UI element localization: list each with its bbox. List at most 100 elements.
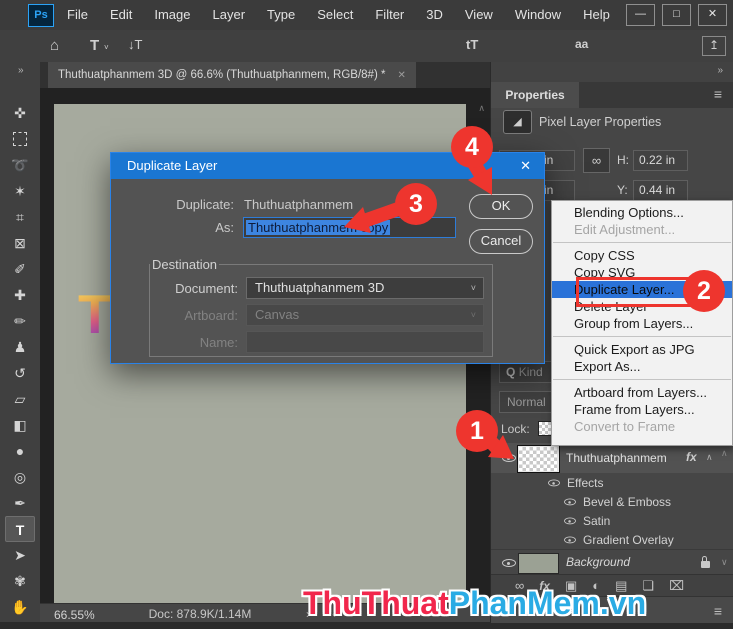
context-menu-item-copy-svg[interactable]: Copy SVG (552, 264, 732, 281)
font-size-icon: tT (466, 37, 479, 52)
marquee-tool[interactable] (5, 126, 35, 152)
text-orientation-icon[interactable]: ↓T (128, 37, 142, 52)
panel-collapse-icon[interactable]: » (717, 65, 722, 76)
lasso-tool[interactable]: ➰ (5, 152, 35, 178)
canvas-scroll-up-icon[interactable]: ∧ (478, 103, 485, 114)
menu-3d[interactable]: 3D (415, 0, 454, 30)
options-bar: ⌂ T ˅ ↓T SVN-Rex ˅ Regular ˅ tT 20.31 pt… (0, 30, 733, 90)
document-tab[interactable]: Thuthuatphanmem 3D @ 66.6% (Thuthuatphan… (48, 62, 416, 88)
close-icon[interactable]: ✕ (397, 70, 405, 81)
context-menu-item-artboard-from-layers[interactable]: Artboard from Layers... (552, 384, 732, 401)
hand-tool[interactable]: ✋ (5, 594, 35, 620)
menu-bar-items: File Edit Image Layer Type Select Filter 3D View… (56, 0, 621, 30)
panel-header-strip: » (491, 62, 733, 83)
menu-separator (553, 336, 731, 337)
zoom-level-field[interactable]: 66.55% (54, 608, 95, 622)
context-menu-item-convert-to-frame: Convert to Frame (574, 419, 676, 434)
layer-thumbnail[interactable] (518, 446, 559, 472)
layer-name-input[interactable]: Thuthuatphanmem copy (243, 217, 456, 238)
context-menu-item-blending-options[interactable]: Blending Options... (552, 204, 732, 221)
context-menu-item-quick-export-as-jpg[interactable]: Quick Export as JPG (552, 341, 732, 358)
context-menu-item-duplicate-layer[interactable]: Duplicate Layer... (552, 281, 732, 298)
panel-menu-icon[interactable]: ≡ (714, 86, 722, 102)
effect-label: Satin (583, 514, 611, 528)
minimize-button[interactable]: — (626, 4, 655, 26)
document-size-info: Doc: 878.9K/1.14M (148, 607, 252, 621)
name-label: Name: (199, 334, 238, 350)
visibility-eye-icon[interactable] (502, 556, 516, 569)
visibility-eye-icon[interactable] (502, 451, 516, 464)
visibility-eye-icon[interactable] (548, 477, 560, 488)
layer-row-background[interactable]: Background ∨ (491, 549, 733, 575)
crop-tool[interactable]: ⌗ (5, 204, 35, 230)
chevron-down-icon[interactable]: ˅ (471, 278, 476, 298)
quick-selection-tool[interactable]: ✶ (5, 178, 35, 204)
move-tool[interactable]: ✜ (5, 100, 35, 126)
type-tool[interactable]: T (5, 516, 35, 542)
menu-help[interactable]: Help (572, 0, 621, 30)
panel-menu-icon[interactable]: ≡ (714, 603, 722, 619)
layer-row-thuthuatphanmem[interactable]: Thuthuatphanmem fx ∧ (491, 443, 733, 473)
toolbar-collapse-icon[interactable]: » (18, 65, 23, 76)
menu-file[interactable]: File (56, 0, 99, 30)
menu-edit[interactable]: Edit (99, 0, 143, 30)
menu-window[interactable]: Window (504, 0, 572, 30)
path-selection-tool[interactable]: ➤ (5, 542, 35, 568)
layers-scroll-up-icon[interactable]: ∧ (721, 448, 728, 459)
duplicate-layer-dialog: Duplicate Layer ✕ Duplicate: Thuthuatpha… (110, 152, 545, 364)
context-menu-item-frame-from-layers[interactable]: Frame from Layers... (552, 401, 732, 418)
link-dimensions-icon[interactable]: ∞ (583, 148, 610, 173)
scroll-down-icon[interactable]: ∨ (721, 557, 728, 568)
custom-shape-tool[interactable]: ✾ (5, 568, 35, 594)
context-menu-item-group-from-layers[interactable]: Group from Layers... (552, 315, 732, 332)
visibility-eye-icon[interactable] (564, 515, 576, 526)
gradient-tool[interactable]: ◧ (5, 412, 35, 438)
visibility-eye-icon[interactable] (564, 534, 576, 545)
layer-fx-badge[interactable]: fx (686, 450, 697, 464)
frame-tool[interactable]: ⊠ (5, 230, 35, 256)
context-menu-item-copy-css[interactable]: Copy CSS (552, 247, 732, 264)
background-thumbnail[interactable] (518, 553, 559, 574)
dialog-close-icon[interactable]: ✕ (520, 153, 531, 179)
eyedropper-tool[interactable]: ✐ (5, 256, 35, 282)
ok-button[interactable]: OK (469, 194, 533, 219)
context-menu-item-delete-layer[interactable]: Delete Layer (552, 298, 732, 315)
brush-tool[interactable]: ✏ (5, 308, 35, 334)
eraser-tool[interactable]: ▱ (5, 386, 35, 412)
maximize-button[interactable]: □ (662, 4, 691, 26)
chevron-down-icon: ˅ (470, 310, 476, 320)
menu-layer[interactable]: Layer (202, 0, 257, 30)
close-button[interactable]: ✕ (698, 4, 727, 26)
visibility-eye-icon[interactable] (564, 496, 576, 507)
blur-tool[interactable]: ● (5, 438, 35, 464)
tab-properties[interactable]: Properties (491, 82, 579, 108)
clone-stamp-tool[interactable]: ♟ (5, 334, 35, 360)
type-tool-icon[interactable]: T (90, 37, 99, 54)
layer-effect-gradient-overlay[interactable]: Gradient Overlay (491, 530, 733, 549)
healing-brush-tool[interactable]: ✚ (5, 282, 35, 308)
layer-effect-satin[interactable]: Satin (491, 511, 733, 530)
collapse-effects-icon[interactable]: ∧ (706, 452, 713, 463)
history-brush-tool[interactable]: ↺ (5, 360, 35, 386)
home-icon[interactable]: ⌂ (50, 37, 59, 54)
layer-effect-bevel-emboss[interactable]: Bevel & Emboss (491, 492, 733, 511)
cancel-button[interactable]: Cancel (469, 229, 533, 254)
tool-preset-caret-icon[interactable]: ˅ (104, 43, 109, 52)
delete-layer-icon[interactable]: ⌧ (669, 578, 684, 594)
marquee-icon (13, 132, 27, 146)
menu-select[interactable]: Select (306, 0, 364, 30)
document-select[interactable]: Thuthuatphanmem 3D ˅ (246, 277, 484, 299)
dodge-tool[interactable]: ◎ (5, 464, 35, 490)
y-field[interactable]: 0.44 in (633, 180, 688, 201)
pen-tool[interactable]: ✒ (5, 490, 35, 516)
menu-image[interactable]: Image (143, 0, 201, 30)
height-field[interactable]: 0.22 in (633, 150, 688, 171)
menu-view[interactable]: View (454, 0, 504, 30)
layer-effect-effects[interactable]: Effects (491, 473, 733, 492)
context-menu-item-export-as[interactable]: Export As... (552, 358, 732, 375)
share-image-icon[interactable]: ↥ (702, 36, 726, 56)
document-tab-title: Thuthuatphanmem 3D @ 66.6% (Thuthuatphan… (58, 69, 386, 81)
layer-effects-list: Effects Bevel & Emboss Satin Gradient Overl… (491, 473, 733, 549)
menu-type[interactable]: Type (256, 0, 306, 30)
menu-filter[interactable]: Filter (364, 0, 415, 30)
